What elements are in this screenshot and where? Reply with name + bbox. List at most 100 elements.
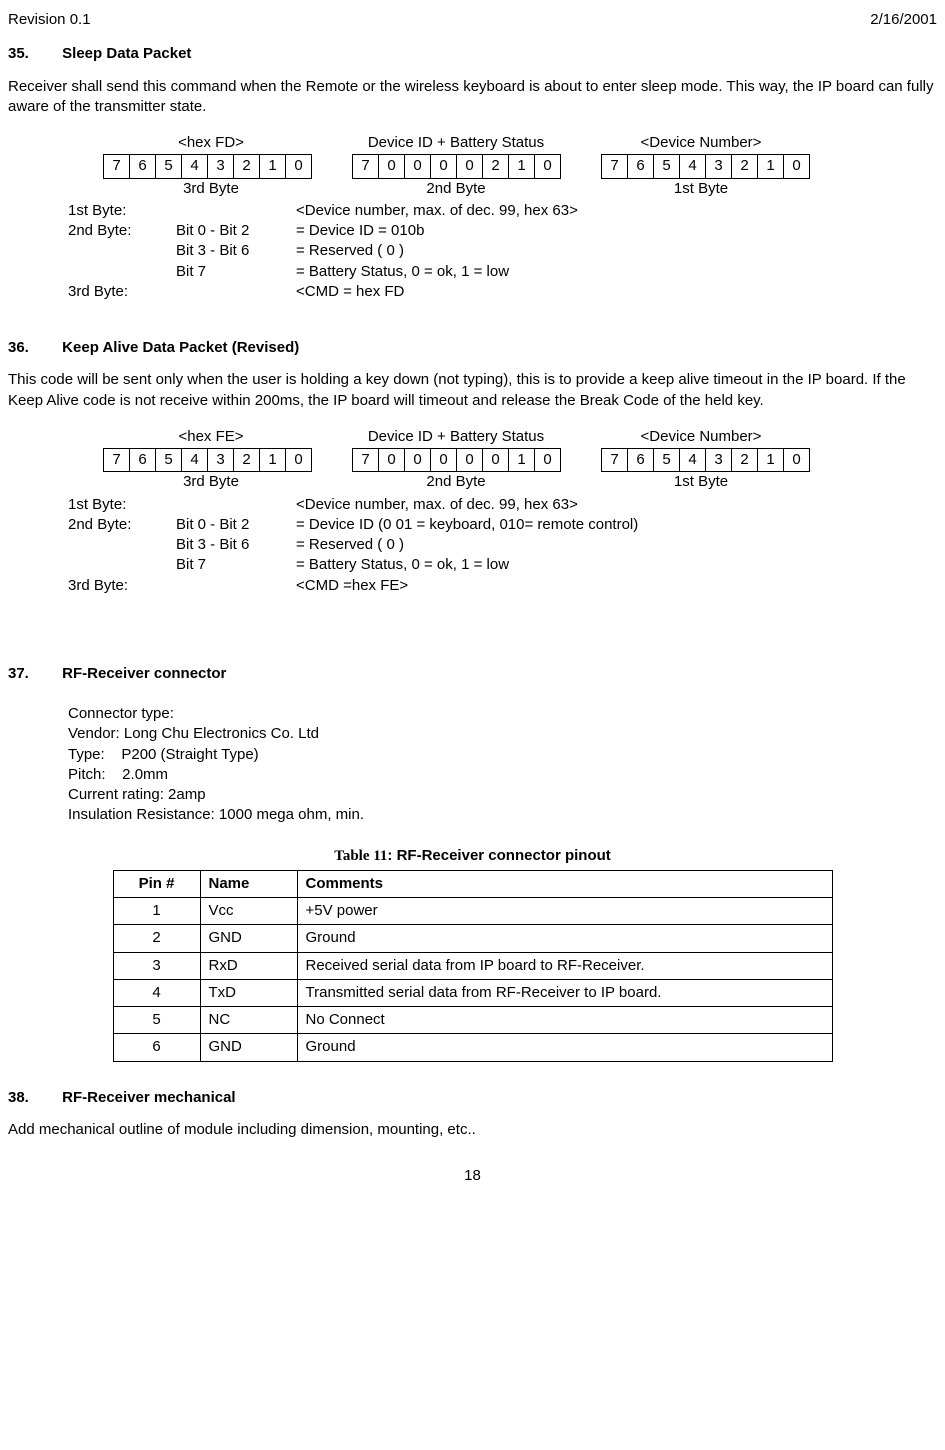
s36-label-b3: <hex FE> bbox=[116, 427, 306, 447]
th-comments: Comments bbox=[297, 870, 832, 897]
s36-bits-b2: 7 0 0 0 0 0 1 0 bbox=[352, 448, 561, 472]
td-pin: 4 bbox=[113, 979, 200, 1006]
td-comments: Received serial data from IP board to RF… bbox=[297, 952, 832, 979]
s37-line: Vendor: Long Chu Electronics Co. Ltd bbox=[68, 724, 937, 744]
revision-label: Revision 0.1 bbox=[8, 10, 91, 30]
s36-label-b1: <Device Number> bbox=[606, 427, 796, 447]
bit-cell: 7 bbox=[353, 155, 379, 178]
section-37-heading: 37. RF-Receiver connector bbox=[8, 664, 937, 684]
section-36-title: Keep Alive Data Packet (Revised) bbox=[62, 339, 299, 356]
s37-line: Type: P200 (Straight Type) bbox=[68, 745, 937, 765]
s35-byte-row: 7 6 5 4 3 2 1 0 7 0 0 0 0 2 1 0 7 6 5 4 … bbox=[103, 154, 937, 178]
bit-cell: 6 bbox=[130, 155, 156, 178]
bit-cell: 0 bbox=[286, 449, 312, 472]
table-11-rest: : RF-Receiver connector pinout bbox=[387, 847, 610, 864]
s35-cap-b1: 1st Byte bbox=[606, 179, 796, 199]
bit-cell: 6 bbox=[130, 449, 156, 472]
def-c3: = Battery Status, 0 = ok, 1 = low bbox=[296, 555, 937, 575]
td-name: NC bbox=[200, 1007, 297, 1034]
bit-cell: 6 bbox=[628, 449, 654, 472]
s35-bits-b2: 7 0 0 0 0 2 1 0 bbox=[352, 154, 561, 178]
bit-cell: 1 bbox=[758, 449, 784, 472]
def-c3: = Battery Status, 0 = ok, 1 = low bbox=[296, 262, 937, 282]
td-comments: Ground bbox=[297, 925, 832, 952]
td-comments: No Connect bbox=[297, 1007, 832, 1034]
bit-cell: 0 bbox=[405, 155, 431, 178]
td-name: Vcc bbox=[200, 898, 297, 925]
bit-cell: 7 bbox=[104, 449, 130, 472]
bit-cell: 0 bbox=[535, 155, 561, 178]
def-c2 bbox=[176, 201, 296, 221]
bit-cell: 7 bbox=[104, 155, 130, 178]
s35-label-b1: <Device Number> bbox=[606, 133, 796, 153]
bit-cell: 2 bbox=[732, 155, 758, 178]
page-number: 18 bbox=[8, 1166, 937, 1186]
td-pin: 2 bbox=[113, 925, 200, 952]
table-row: 2GNDGround bbox=[113, 925, 832, 952]
s36-bits-b3: 7 6 5 4 3 2 1 0 bbox=[103, 448, 312, 472]
bit-cell: 4 bbox=[680, 449, 706, 472]
bit-cell: 2 bbox=[234, 155, 260, 178]
s35-def-row: 2nd Byte:Bit 0 - Bit 2= Device ID = 010b bbox=[68, 221, 937, 241]
def-c3: = Device ID = 010b bbox=[296, 221, 937, 241]
td-pin: 5 bbox=[113, 1007, 200, 1034]
s36-cap-b3: 3rd Byte bbox=[116, 472, 306, 492]
def-c1 bbox=[68, 535, 176, 555]
page-header: Revision 0.1 2/16/2001 bbox=[8, 10, 937, 30]
section-38-title: RF-Receiver mechanical bbox=[62, 1089, 235, 1106]
table-row: 1Vcc+5V power bbox=[113, 898, 832, 925]
section-35-number: 35. bbox=[8, 44, 58, 64]
s37-line: Connector type: bbox=[68, 704, 937, 724]
td-comments: Ground bbox=[297, 1034, 832, 1061]
def-c1: 1st Byte: bbox=[68, 495, 176, 515]
s35-def-row: Bit 3 - Bit 6= Reserved ( 0 ) bbox=[68, 241, 937, 261]
def-c1 bbox=[68, 241, 176, 261]
table-row: 6GNDGround bbox=[113, 1034, 832, 1061]
def-c1: 3rd Byte: bbox=[68, 282, 176, 302]
def-c2: Bit 3 - Bit 6 bbox=[176, 241, 296, 261]
table-header-row: Pin # Name Comments bbox=[113, 870, 832, 897]
td-pin: 3 bbox=[113, 952, 200, 979]
bit-cell: 2 bbox=[732, 449, 758, 472]
def-c1 bbox=[68, 262, 176, 282]
td-comments: Transmitted serial data from RF-Receiver… bbox=[297, 979, 832, 1006]
s36-cap-b1: 1st Byte bbox=[606, 472, 796, 492]
table-row: 4TxDTransmitted serial data from RF-Rece… bbox=[113, 979, 832, 1006]
s36-def-row: 3rd Byte:<CMD =hex FE> bbox=[68, 576, 937, 596]
s35-cap-b2: 2nd Byte bbox=[361, 179, 551, 199]
def-c2: Bit 7 bbox=[176, 262, 296, 282]
bit-cell: 0 bbox=[457, 449, 483, 472]
bit-cell: 3 bbox=[208, 449, 234, 472]
bit-cell: 1 bbox=[260, 155, 286, 178]
section-36-number: 36. bbox=[8, 338, 58, 358]
def-c3: <Device number, max. of dec. 99, hex 63> bbox=[296, 495, 937, 515]
bit-cell: 0 bbox=[286, 155, 312, 178]
section-36-paragraph: This code will be sent only when the use… bbox=[8, 370, 937, 411]
bit-cell: 1 bbox=[758, 155, 784, 178]
s37-line: Pitch: 2.0mm bbox=[68, 765, 937, 785]
bit-cell: 0 bbox=[784, 449, 810, 472]
section-38-heading: 38. RF-Receiver mechanical bbox=[8, 1088, 937, 1108]
bit-cell: 4 bbox=[182, 155, 208, 178]
table-11-caption: Table 11: RF-Receiver connector pinout bbox=[8, 846, 937, 866]
def-c3: = Device ID (0 01 = keyboard, 010= remot… bbox=[296, 515, 937, 535]
bit-cell: 0 bbox=[483, 449, 509, 472]
s35-cap-b3: 3rd Byte bbox=[116, 179, 306, 199]
bit-cell: 5 bbox=[156, 449, 182, 472]
table-row: 3RxDReceived serial data from IP board t… bbox=[113, 952, 832, 979]
bit-cell: 1 bbox=[509, 449, 535, 472]
s35-byte-labels: <hex FD> Device ID + Battery Status <Dev… bbox=[116, 133, 937, 153]
bit-cell: 2 bbox=[483, 155, 509, 178]
def-c1: 1st Byte: bbox=[68, 201, 176, 221]
bit-cell: 0 bbox=[457, 155, 483, 178]
table-11-prefix: Table 11 bbox=[334, 848, 387, 864]
s37-line: Insulation Resistance: 1000 mega ohm, mi… bbox=[68, 805, 937, 825]
s36-byte-row: 7 6 5 4 3 2 1 0 7 0 0 0 0 0 1 0 7 6 5 4 … bbox=[103, 448, 937, 472]
section-36-heading: 36. Keep Alive Data Packet (Revised) bbox=[8, 338, 937, 358]
bit-cell: 1 bbox=[509, 155, 535, 178]
def-c3: = Reserved ( 0 ) bbox=[296, 241, 937, 261]
td-name: GND bbox=[200, 1034, 297, 1061]
bit-cell: 0 bbox=[379, 155, 405, 178]
s36-byte-labels: <hex FE> Device ID + Battery Status <Dev… bbox=[116, 427, 937, 447]
td-name: TxD bbox=[200, 979, 297, 1006]
